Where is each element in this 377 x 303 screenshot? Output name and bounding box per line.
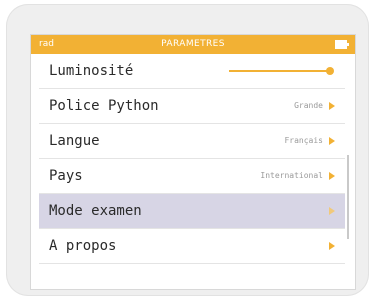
chevron-right-icon	[329, 207, 335, 215]
settings-list: Luminosité Police Python Grande Langue F…	[39, 54, 345, 288]
settings-item-police-python[interactable]: Police Python Grande	[39, 89, 345, 124]
settings-item-langue[interactable]: Langue Français	[39, 124, 345, 159]
settings-item-label: Pays	[49, 168, 83, 184]
chevron-right-icon	[329, 102, 335, 110]
settings-item-value: Grande	[294, 101, 323, 110]
slider-handle-icon[interactable]	[326, 67, 334, 75]
scrollbar[interactable]	[347, 155, 349, 239]
settings-item-mode-examen[interactable]: Mode examen	[39, 194, 345, 229]
calculator-screen: rad PARAMETRES Luminosité Police Python …	[30, 34, 356, 290]
chevron-right-icon	[329, 242, 335, 250]
chevron-right-icon	[329, 172, 335, 180]
settings-item-value: International	[260, 171, 323, 180]
settings-item-pays[interactable]: Pays International	[39, 159, 345, 194]
status-bar: rad PARAMETRES	[31, 35, 355, 54]
settings-item-luminosite[interactable]: Luminosité	[39, 54, 345, 89]
settings-item-value: Français	[284, 136, 323, 145]
settings-item-partial	[39, 264, 345, 288]
page-title: PARAMETRES	[161, 39, 225, 49]
settings-item-label: Langue	[49, 133, 100, 149]
settings-item-label: A propos	[49, 238, 117, 254]
brightness-slider[interactable]	[229, 67, 334, 75]
settings-item-a-propos[interactable]: A propos	[39, 229, 345, 264]
settings-item-label: Luminosité	[49, 63, 134, 79]
chevron-right-icon	[329, 137, 335, 145]
battery-icon	[335, 40, 349, 49]
settings-item-label: Mode examen	[49, 203, 142, 219]
calculator-device: rad PARAMETRES Luminosité Police Python …	[6, 4, 369, 296]
settings-item-label: Police Python	[49, 98, 159, 114]
